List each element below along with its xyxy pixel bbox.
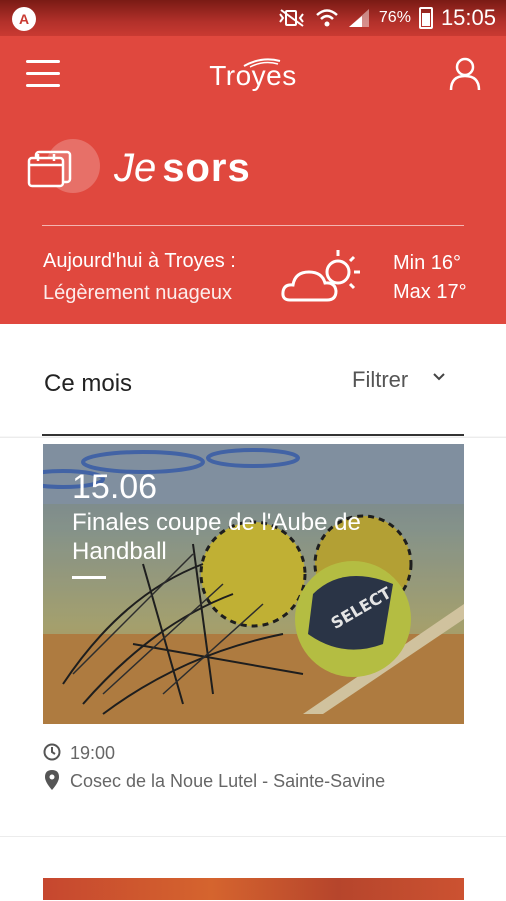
location-pin-icon bbox=[45, 770, 59, 790]
temp-max: Max 17° bbox=[393, 281, 467, 303]
section-title-je: Je bbox=[114, 146, 157, 190]
month-title: Ce mois bbox=[44, 370, 133, 397]
clock-icon bbox=[43, 743, 61, 761]
chevron-down-icon[interactable] bbox=[432, 370, 446, 384]
status-time: 15:05 bbox=[440, 5, 496, 30]
app-logo: Troyes bbox=[209, 60, 297, 91]
filter-button[interactable]: Filtrer bbox=[352, 367, 408, 393]
event-image-next[interactable] bbox=[43, 878, 464, 900]
mute-vibrate-icon bbox=[279, 9, 304, 27]
weather-condition: Légèrement nuageux bbox=[43, 282, 233, 304]
wifi-icon bbox=[316, 9, 338, 27]
month-underline bbox=[42, 434, 464, 436]
app-notification-icon: A bbox=[12, 7, 36, 31]
header-divider bbox=[42, 225, 464, 226]
section-title-sors: sors bbox=[162, 146, 251, 190]
section-title: Je sors bbox=[114, 146, 251, 191]
temp-min: Min 16° bbox=[393, 252, 462, 274]
event-title[interactable]: Finales coupe de l'Aube de Handball bbox=[72, 508, 452, 566]
user-icon[interactable] bbox=[448, 56, 482, 92]
status-bar: A 76% 15:05 bbox=[0, 0, 506, 36]
event-place: Cosec de la Noue Lutel - Sainte-Savine bbox=[70, 771, 386, 791]
event-date: 15.06 bbox=[72, 468, 158, 506]
signal-icon bbox=[348, 9, 369, 27]
calendar-icon bbox=[27, 150, 72, 188]
weather-label: Aujourd'hui à Troyes : bbox=[43, 250, 236, 272]
battery-icon bbox=[418, 7, 433, 29]
event-time: 19:00 bbox=[70, 743, 116, 763]
battery-percent: 76% bbox=[378, 9, 411, 26]
title-dash bbox=[72, 576, 106, 579]
partly-cloudy-icon bbox=[281, 250, 360, 302]
